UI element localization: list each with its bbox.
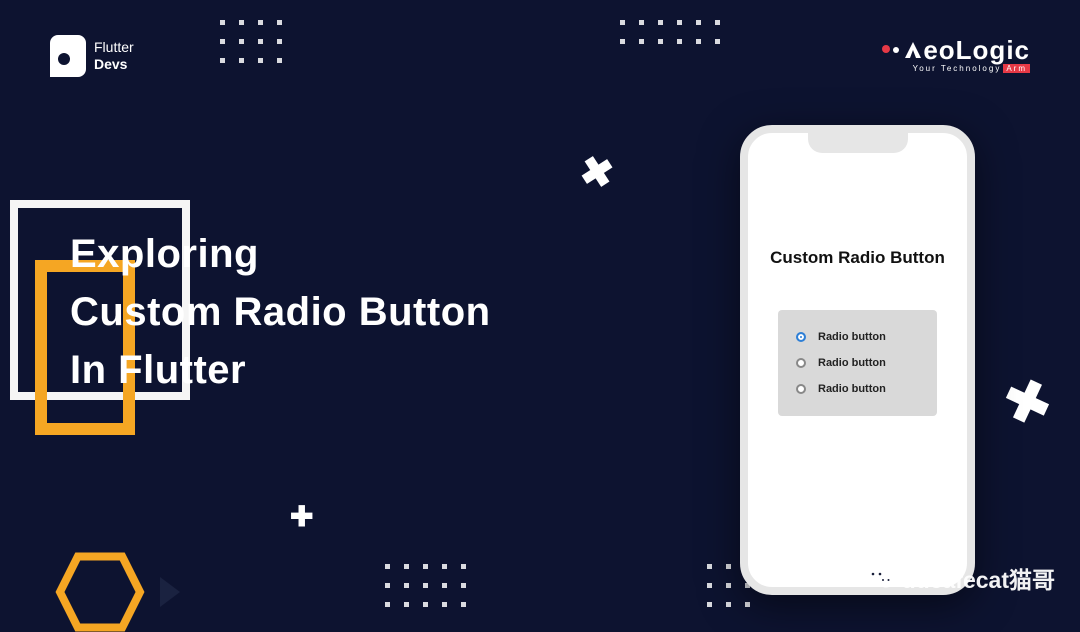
title-line-3: In Flutter xyxy=(70,341,491,399)
flutterdevs-logo-text: Flutter Devs xyxy=(94,39,134,73)
plus-icon: ✚ xyxy=(993,363,1062,440)
radio-option[interactable]: Radio button xyxy=(792,376,923,402)
radio-option[interactable]: Radio button xyxy=(792,350,923,376)
radio-option[interactable]: Radio button xyxy=(792,324,923,350)
arrow-right-icon xyxy=(160,577,180,607)
flutterdevs-logo: Flutter Devs xyxy=(50,35,134,77)
banner-title: Exploring Custom Radio Button In Flutter xyxy=(70,225,491,399)
radio-label: Radio button xyxy=(818,383,886,395)
logo-line1: Flutter xyxy=(94,39,134,56)
radio-group: Radio button Radio button Radio button xyxy=(778,310,937,416)
aeologic-brand: eoLogic xyxy=(903,35,1030,66)
watermark: ducafecat猫哥 xyxy=(866,561,1055,595)
phone-heading: Custom Radio Button xyxy=(748,248,967,268)
logo-line2: Devs xyxy=(94,56,134,73)
cross-icon: ✖ xyxy=(576,147,618,199)
dots-decoration xyxy=(385,564,466,607)
title-line-2: Custom Radio Button xyxy=(70,283,491,341)
hexagon-icon xyxy=(55,552,145,632)
aeologic-dots-icon xyxy=(882,45,899,53)
phone-notch xyxy=(808,131,908,153)
watermark-text: ducafecat猫哥 xyxy=(902,561,1055,595)
radio-label: Radio button xyxy=(818,331,886,343)
radio-indicator-selected xyxy=(796,332,806,342)
wechat-icon xyxy=(866,566,894,590)
phone-mockup: Custom Radio Button Radio button Radio b… xyxy=(740,125,975,595)
radio-indicator xyxy=(796,358,806,368)
plus-icon: ✚ xyxy=(290,500,313,533)
title-line-1: Exploring xyxy=(70,225,491,283)
dots-decoration xyxy=(620,20,720,44)
hexagon-decoration xyxy=(55,552,180,632)
radio-label: Radio button xyxy=(818,357,886,369)
dots-decoration xyxy=(220,20,282,63)
flutterdevs-logo-icon xyxy=(50,35,86,77)
aeologic-logo: eoLogic Your TechnologyArm xyxy=(882,35,1030,73)
radio-indicator xyxy=(796,384,806,394)
